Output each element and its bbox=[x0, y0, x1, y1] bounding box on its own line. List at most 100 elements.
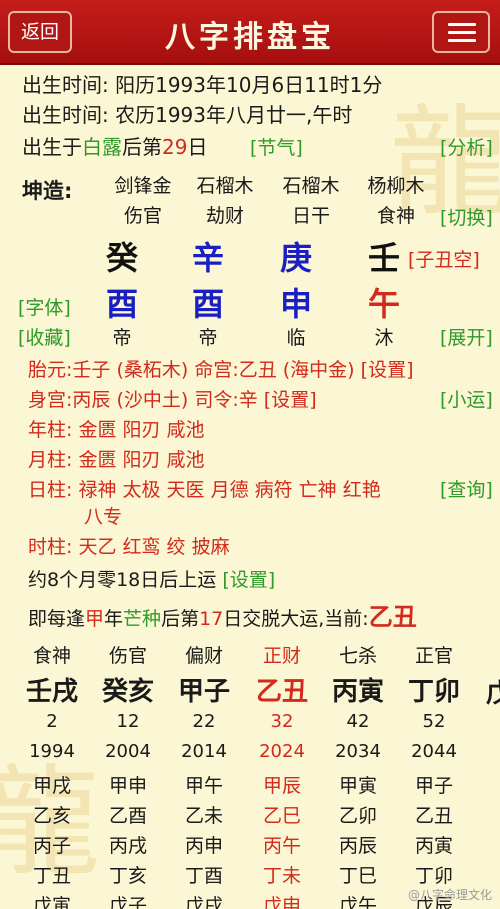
setting-link[interactable]: [设置] bbox=[361, 359, 414, 381]
menu-icon bbox=[448, 39, 476, 42]
stem-month: 辛 bbox=[191, 239, 224, 277]
branch-month: 酉 bbox=[191, 285, 224, 323]
liunian-cell[interactable]: 丙午 bbox=[244, 831, 320, 858]
font-link[interactable]: [字体] bbox=[18, 293, 71, 320]
liunian-cell[interactable]: 甲戌 bbox=[14, 771, 90, 798]
state-month: 帝 bbox=[198, 327, 218, 349]
dayun-shishen: 偏财 bbox=[184, 645, 223, 667]
nayin-year: 剑锋金 bbox=[114, 175, 172, 197]
liunian-cell[interactable]: 丙申 bbox=[166, 831, 242, 858]
liunian-cell[interactable]: 甲寅 bbox=[320, 771, 396, 798]
branch-year: 酉 bbox=[105, 285, 138, 323]
shishen-month: 劫财 bbox=[205, 205, 244, 227]
qiyun-setting-link[interactable]: [设置] bbox=[222, 569, 275, 591]
lunar-birth-time: 出生时间: 农历1993年八月廿一,午时 bbox=[22, 103, 353, 127]
liunian-cell[interactable]: 戊申 bbox=[244, 891, 320, 909]
jiaoyun-line: 即每逢甲年芒种后第17日交脱大运,当前:乙丑 bbox=[28, 603, 417, 631]
menu-button[interactable] bbox=[432, 11, 490, 53]
liunian-cell[interactable]: 丁酉 bbox=[166, 861, 242, 888]
xunkong-label[interactable]: [子丑空] bbox=[408, 245, 480, 272]
liunian-cell[interactable]: 乙巳 bbox=[244, 801, 320, 828]
liunian-cell[interactable]: 甲午 bbox=[166, 771, 242, 798]
taiyuan-line: 胎元:壬子 (桑柘木) 命宫:乙丑 (海中金) [设置] bbox=[28, 359, 414, 381]
dayun-year: 1994 bbox=[29, 741, 75, 762]
dayun-shishen: 伤官 bbox=[108, 645, 147, 667]
rizhu-line: 日柱: 禄神 太极 天医 月德 病符 亡神 红艳 bbox=[28, 479, 381, 501]
jieqi-day: 29 bbox=[162, 135, 188, 159]
state-hour: 沐 bbox=[374, 327, 394, 349]
menu-icon bbox=[448, 31, 476, 34]
shishen-hour: 食神 bbox=[376, 205, 415, 227]
yuezhu-line: 月柱: 金匮 阳刃 咸池 bbox=[28, 449, 205, 471]
liunian-cell[interactable]: 丙辰 bbox=[320, 831, 396, 858]
liunian-cell[interactable]: 乙酉 bbox=[90, 801, 166, 828]
liunian-cell[interactable]: 甲子 bbox=[396, 771, 472, 798]
liunian-cell[interactable]: 乙亥 bbox=[14, 801, 90, 828]
dayun-age: 32 bbox=[270, 711, 294, 732]
liunian-cell[interactable]: 甲申 bbox=[90, 771, 166, 798]
expand-link[interactable]: [展开] bbox=[440, 323, 493, 350]
dayun-extra-pillar: 戊 bbox=[486, 679, 500, 709]
collect-link[interactable]: [收藏] bbox=[18, 323, 71, 350]
analysis-link[interactable]: [分析] bbox=[440, 133, 493, 160]
dayun-year: 2044 bbox=[411, 741, 457, 762]
liunian-cell[interactable]: 乙丑 bbox=[396, 801, 472, 828]
branch-day: 申 bbox=[279, 285, 312, 323]
stem-hour: 壬 bbox=[367, 239, 400, 277]
liunian-cell[interactable]: 甲辰 bbox=[244, 771, 320, 798]
liunian-cell[interactable]: 乙未 bbox=[166, 801, 242, 828]
liunian-cell[interactable]: 丙寅 bbox=[396, 831, 472, 858]
query-link[interactable]: [查询] bbox=[440, 475, 493, 502]
nayin-hour: 杨柳木 bbox=[367, 175, 425, 197]
liunian-cell[interactable]: 戊午 bbox=[320, 891, 396, 909]
rizhu-line-2: 八专 bbox=[84, 506, 123, 528]
dayun-age: 12 bbox=[116, 711, 140, 732]
liunian-cell[interactable]: 丁卯 bbox=[396, 861, 472, 888]
shishen-year: 伤官 bbox=[123, 205, 162, 227]
dayun-age: 2 bbox=[46, 711, 58, 732]
branch-hour: 午 bbox=[367, 285, 400, 323]
liunian-cell[interactable]: 丁亥 bbox=[90, 861, 166, 888]
nianzhu-line: 年柱: 金匮 阳刃 咸池 bbox=[28, 419, 205, 441]
xiaoyun-link[interactable]: [小运] bbox=[440, 385, 493, 412]
dayun-shishen: 正官 bbox=[414, 645, 453, 667]
bazi-content: 龍 龍 出生时间: 阳历1993年10月6日11时1分 出生时间: 农历1993… bbox=[0, 65, 500, 909]
liunian-cell[interactable]: 丁未 bbox=[244, 861, 320, 888]
liunian-cell[interactable]: 丙戌 bbox=[90, 831, 166, 858]
switch-link[interactable]: [切换] bbox=[440, 203, 493, 230]
dayun-shishen: 七杀 bbox=[338, 645, 377, 667]
dayun-pillar: 癸亥 bbox=[101, 677, 154, 707]
current-dayun: 乙丑 bbox=[368, 603, 417, 631]
dayun-shishen: 正财 bbox=[262, 645, 301, 667]
liunian-cell[interactable]: 戊子 bbox=[90, 891, 166, 909]
dayun-pillar: 丁卯 bbox=[407, 677, 460, 707]
jieqi-link[interactable]: [节气] bbox=[250, 133, 303, 160]
shizhu-line: 时柱: 天乙 红鸾 绞 披麻 bbox=[28, 536, 230, 558]
dayun-age: 52 bbox=[422, 711, 446, 732]
liunian-cell[interactable]: 戊戌 bbox=[166, 891, 242, 909]
dayun-age: 22 bbox=[192, 711, 216, 732]
dayun-shishen: 食神 bbox=[32, 645, 71, 667]
liunian-cell[interactable]: 丁巳 bbox=[320, 861, 396, 888]
dayun-pillar: 丙寅 bbox=[331, 677, 384, 707]
setting-link[interactable]: [设置] bbox=[264, 389, 317, 411]
liunian-cell[interactable]: 乙卯 bbox=[320, 801, 396, 828]
stem-day: 庚 bbox=[279, 239, 312, 277]
state-year: 帝 bbox=[112, 327, 132, 349]
solar-birth-time: 出生时间: 阳历1993年10月6日11时1分 bbox=[22, 73, 383, 97]
back-button[interactable]: 返回 bbox=[8, 11, 72, 53]
menu-icon bbox=[448, 23, 476, 26]
liunian-cell[interactable]: 丁丑 bbox=[14, 861, 90, 888]
dayun-year: 2004 bbox=[105, 741, 151, 762]
liunian-cell[interactable]: 戊寅 bbox=[14, 891, 90, 909]
liunian-cell[interactable]: 丙子 bbox=[14, 831, 90, 858]
state-day: 临 bbox=[286, 327, 306, 349]
app-title: 八字排盘宝 bbox=[165, 20, 335, 55]
top-bar: 返回 八字排盘宝 bbox=[0, 0, 500, 65]
jieqi-line: 出生于白露后第29日 bbox=[22, 135, 208, 159]
dayun-pillar: 甲子 bbox=[177, 677, 230, 707]
dayun-year: 2024 bbox=[259, 741, 305, 762]
dayun-age: 42 bbox=[346, 711, 370, 732]
watermark: @八字命理文化 bbox=[407, 888, 492, 902]
kun-label: 坤造: bbox=[22, 179, 73, 203]
